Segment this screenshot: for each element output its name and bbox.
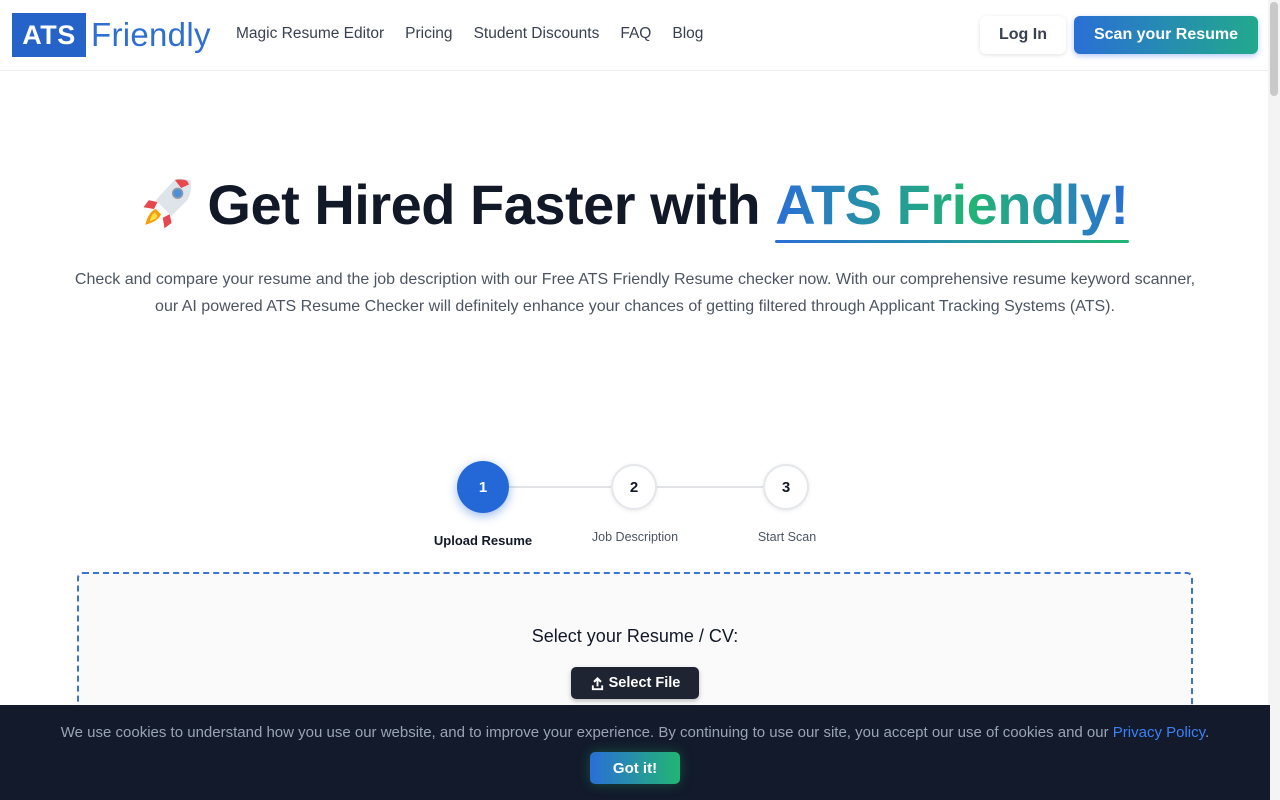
step-3-label: Start Scan (757, 530, 817, 544)
cookie-message: We use cookies to understand how you use… (60, 724, 1113, 741)
nav-magic-resume-editor[interactable]: Magic Resume Editor (236, 25, 384, 43)
step-2-circle[interactable]: 2 (611, 464, 657, 510)
site-header: ATS Friendly Magic Resume Editor Pricing… (0, 0, 1268, 71)
nav-blog[interactable]: Blog (672, 25, 703, 43)
step-connector-1 (509, 486, 613, 488)
cookie-text: We use cookies to understand how you use… (0, 724, 1270, 741)
nav-student-discounts[interactable]: Student Discounts (474, 25, 600, 43)
hero-description: Check and compare your resume and the jo… (74, 271, 1196, 315)
upload-icon (591, 676, 603, 690)
step-connector-2 (657, 486, 765, 488)
step-2-label: Job Description (591, 530, 679, 544)
hero-title-lead: Get Hired Faster with (207, 173, 776, 236)
privacy-policy-link[interactable]: Privacy Policy (1113, 724, 1205, 741)
step-1-label: Upload Resume (433, 533, 533, 548)
scrollbar-thumb[interactable] (1270, 2, 1278, 96)
select-file-label: Select File (608, 675, 681, 691)
step-1-circle[interactable]: 1 (457, 461, 509, 513)
page-scrollbar[interactable] (1268, 0, 1280, 800)
site-logo[interactable]: ATS Friendly (12, 13, 211, 57)
nav-pricing[interactable]: Pricing (405, 25, 452, 43)
scan-resume-button[interactable]: Scan your Resume (1074, 16, 1258, 54)
cookie-banner: We use cookies to understand how you use… (0, 705, 1270, 800)
step-3-circle[interactable]: 3 (763, 464, 809, 510)
rocket-icon (143, 178, 192, 229)
nav-faq[interactable]: FAQ (620, 25, 651, 43)
hero-title-brand: ATS Friendly! (775, 172, 1129, 243)
cookie-accept-button[interactable]: Got it! (590, 752, 680, 784)
brand-underline (775, 240, 1129, 243)
login-button[interactable]: Log In (980, 16, 1066, 54)
logo-text: Friendly (91, 16, 211, 53)
upload-label: Select your Resume / CV: (531, 626, 739, 646)
hero-title-brand-text: ATS Friendly! (775, 173, 1129, 236)
main-nav: Magic Resume Editor Pricing Student Disc… (236, 25, 724, 43)
select-file-button[interactable]: Select File (571, 667, 699, 699)
logo-box: ATS (12, 13, 86, 57)
hero-title: Get Hired Faster with ATS Friendly! (0, 172, 1268, 243)
cookie-suffix: . (1205, 724, 1210, 741)
